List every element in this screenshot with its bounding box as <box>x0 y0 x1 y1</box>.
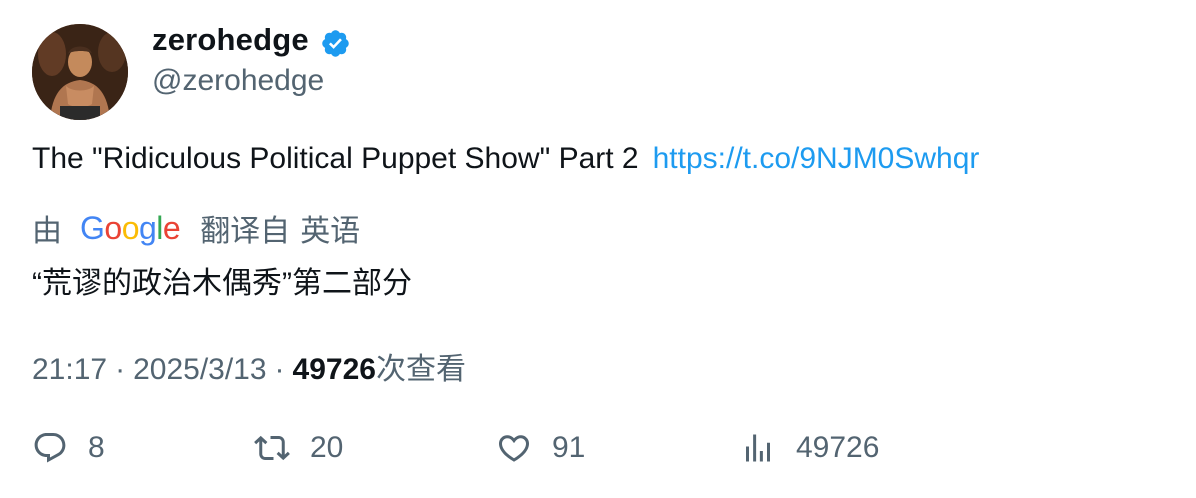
source-language: 英语 <box>300 215 361 248</box>
verified-badge-icon[interactable] <box>320 28 351 59</box>
reply-button[interactable]: 8 <box>32 430 105 466</box>
meta-separator: · <box>274 353 285 386</box>
tweet-text: The "Ridiculous Political Puppet Show" P… <box>32 142 979 176</box>
views-count: 49726 <box>292 353 376 386</box>
tweet-link[interactable]: https://t.co/9NJM0Swhqr <box>653 142 980 175</box>
tweet-time[interactable]: 21:17 <box>32 353 107 386</box>
translated-text: “荒谬的政治木偶秀”第二部分 <box>32 267 412 300</box>
tweet-card: zerohedge @zerohedge The "Ridiculous Pol… <box>0 0 1196 498</box>
action-bar: 8 20 91 49726 <box>0 430 1196 476</box>
views-label: 次查看 <box>375 353 466 386</box>
tweet-body: The "Ridiculous Political Puppet Show" P… <box>32 142 639 175</box>
handle[interactable]: @zerohedge <box>152 64 324 98</box>
views-button[interactable]: 49726 <box>740 430 879 466</box>
like-count: 91 <box>552 431 586 464</box>
retweet-icon <box>254 435 290 461</box>
avatar[interactable] <box>32 24 128 120</box>
retweet-count: 20 <box>310 431 344 464</box>
like-button[interactable]: 91 <box>496 430 585 466</box>
reply-count: 8 <box>88 431 105 464</box>
display-name[interactable]: zerohedge <box>152 22 309 58</box>
tweet-meta: 21:17 · 2025/3/13 · 49726次查看 <box>32 344 466 388</box>
analytics-icon <box>746 434 770 462</box>
translation-by-label: 由 <box>32 215 62 248</box>
heart-icon <box>498 435 530 462</box>
translation-attribution[interactable]: 由 Google 翻译自 英语 <box>32 208 361 249</box>
tweet-date[interactable]: 2025/3/13 <box>133 353 266 386</box>
google-logo: Google <box>80 209 181 246</box>
retweet-button[interactable]: 20 <box>254 430 343 466</box>
views-action-count: 49726 <box>796 431 880 464</box>
translated-from-label: 翻译自 <box>200 215 291 248</box>
avatar-image <box>32 24 128 120</box>
meta-separator: · <box>115 353 126 386</box>
reply-icon <box>34 433 66 463</box>
